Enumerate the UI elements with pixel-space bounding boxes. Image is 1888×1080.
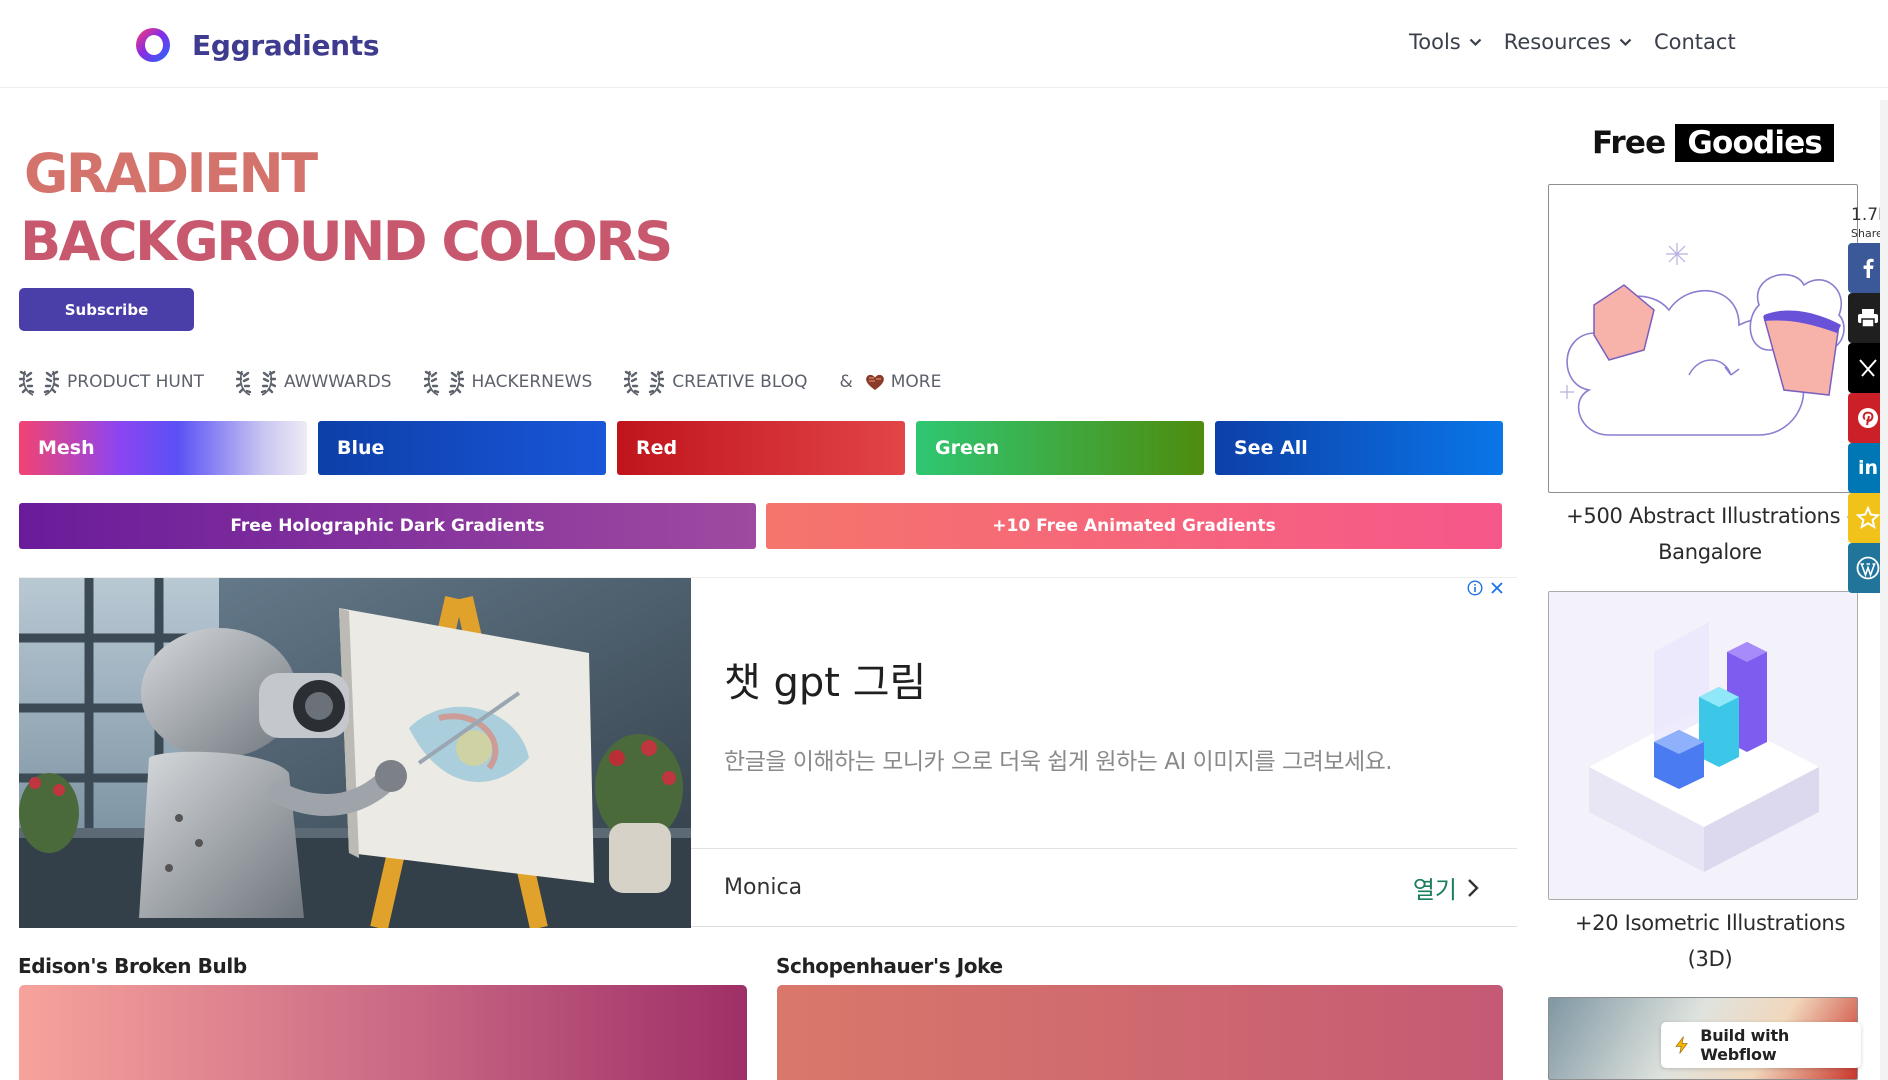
page: Eggradients Tools Resources Contact GRAD…: [0, 0, 1888, 1080]
heart-icon: [865, 374, 884, 390]
category-label: Mesh: [38, 437, 95, 459]
webflow-label: Build with Webflow: [1700, 1026, 1790, 1064]
gradient-swatch-edisons-broken-bulb[interactable]: [19, 985, 747, 1080]
isometric-illustration-image: [1549, 592, 1857, 899]
robot-painting-image: [19, 578, 691, 928]
category-red-button[interactable]: Red: [617, 421, 905, 475]
category-blue-button[interactable]: Blue: [318, 421, 606, 475]
gradient-card-title[interactable]: Schopenhauer's Joke: [776, 954, 1003, 978]
category-label: Green: [935, 437, 1000, 459]
gradient-card-title[interactable]: Edison's Broken Bulb: [18, 954, 247, 978]
star-icon: [1856, 506, 1880, 530]
chevron-down-icon: [1469, 38, 1482, 46]
page-scrollbar[interactable]: [1880, 100, 1888, 1080]
free-goodies-heading-free: Free: [1592, 125, 1666, 161]
free-goodies-sidebar: Free Goodies +500 Abstract Illustrations…: [1548, 88, 1858, 1080]
chevron-right-icon: [1468, 878, 1479, 897]
pinterest-icon: [1858, 408, 1878, 428]
award-product-hunt[interactable]: PRODUCT HUNT: [19, 367, 204, 397]
awards-row: PRODUCT HUNT AWWWARDS HACKERNEWS CREATIV…: [19, 367, 941, 397]
main-nav: Tools Resources Contact: [1409, 30, 1758, 54]
build-with-webflow-badge[interactable]: Build with Webflow: [1661, 1022, 1861, 1068]
nav-tools-label: Tools: [1409, 30, 1461, 54]
laurel-icon: [423, 367, 464, 397]
award-creative-bloq[interactable]: CREATIVE BLOQ: [624, 367, 807, 397]
page-title-line1: GRADIENT: [24, 142, 318, 205]
award-awwwards[interactable]: AWWWARDS: [235, 367, 392, 397]
ad-open-link[interactable]: 열기: [1413, 870, 1479, 905]
abstract-illustration-image: [1560, 243, 1845, 436]
linkedin-icon: in: [1857, 457, 1879, 479]
nav-resources[interactable]: Resources: [1504, 30, 1632, 54]
award-label: HACKERNEWS: [471, 372, 593, 392]
isometric-illustrations-card[interactable]: [1548, 591, 1858, 900]
page-title-line2: BACKGROUND COLORS: [20, 210, 673, 273]
x-twitter-icon: [1859, 359, 1877, 377]
ad-title[interactable]: 챗 gpt 그림: [724, 650, 926, 708]
nav-contact[interactable]: Contact: [1654, 30, 1736, 54]
logo-link[interactable]: Eggradients: [134, 26, 380, 64]
subscribe-button[interactable]: Subscribe: [19, 288, 194, 331]
award-label: AWWWARDS: [283, 372, 392, 392]
category-green-button[interactable]: Green: [916, 421, 1204, 475]
category-label: See All: [1234, 437, 1308, 459]
wordpress-icon: [1856, 556, 1880, 580]
ad-open-label: 열기: [1412, 876, 1457, 904]
ad-description: 한글을 이해하는 모니카 으로 더욱 쉽게 원하는 AI 이미지를 그려보세요.: [724, 749, 1393, 775]
category-label: Blue: [337, 437, 385, 459]
see-all-button[interactable]: See All: [1215, 421, 1503, 475]
isometric-illustrations-caption[interactable]: +20 Isometric Illustrations (3D): [1548, 905, 1872, 977]
category-mesh-button[interactable]: Mesh: [19, 421, 307, 475]
free-goodies-heading-boxed: Goodies: [1675, 124, 1835, 162]
lightning-icon: [1675, 1036, 1688, 1054]
ad-divider: [691, 848, 1517, 849]
egg-logo-icon: [136, 28, 170, 62]
close-icon[interactable]: [1489, 580, 1505, 596]
printer-icon: [1858, 309, 1878, 328]
holographic-label: Free Holographic Dark Gradients: [230, 516, 545, 536]
caption-line: +20 Isometric Illustrations: [1574, 911, 1846, 935]
caption-line: +500 Abstract Illustrations -: [1566, 504, 1854, 528]
brand-name: Eggradients: [192, 28, 380, 62]
caption-line: (3D): [1687, 947, 1733, 971]
caption-line: Bangalore: [1658, 540, 1762, 564]
animated-gradients-button[interactable]: +10 Free Animated Gradients: [766, 503, 1502, 549]
ad-banner[interactable]: 챗 gpt 그림 한글을 이해하는 모니카 으로 더욱 쉽게 원하는 AI 이미…: [19, 577, 1517, 928]
animated-label: +10 Free Animated Gradients: [992, 516, 1276, 536]
award-more[interactable]: & MORE: [839, 372, 941, 392]
ad-advertiser: Monica: [724, 875, 803, 900]
award-more-label: MORE: [890, 372, 942, 392]
category-label: Red: [636, 437, 678, 459]
ad-info-icon[interactable]: [1467, 580, 1483, 596]
nav-tools[interactable]: Tools: [1409, 30, 1482, 54]
facebook-icon: [1863, 258, 1874, 278]
page-title: GRADIENT BACKGROUND COLORS: [20, 140, 673, 276]
laurel-icon: [235, 367, 276, 397]
nav-contact-label: Contact: [1653, 30, 1736, 54]
free-goodies-heading: Free Goodies: [1592, 124, 1835, 162]
award-label: PRODUCT HUNT: [67, 372, 204, 392]
chevron-down-icon: [1619, 38, 1632, 46]
nav-resources-label: Resources: [1503, 30, 1611, 54]
award-label: CREATIVE BLOQ: [672, 372, 808, 392]
gradient-swatch-schopenhauers-joke[interactable]: [777, 985, 1503, 1080]
laurel-icon: [624, 367, 665, 397]
award-hackernews[interactable]: HACKERNEWS: [423, 367, 593, 397]
abstract-illustrations-card[interactable]: [1548, 184, 1858, 493]
ampersand: &: [839, 372, 853, 392]
ad-controls: [1467, 580, 1505, 596]
holographic-gradients-button[interactable]: Free Holographic Dark Gradients: [19, 503, 756, 549]
ad-image[interactable]: [19, 578, 691, 928]
laurel-icon: [19, 367, 59, 397]
abstract-illustrations-caption[interactable]: +500 Abstract Illustrations - Bangalore: [1548, 498, 1872, 570]
site-header: Eggradients Tools Resources Contact: [0, 0, 1888, 88]
